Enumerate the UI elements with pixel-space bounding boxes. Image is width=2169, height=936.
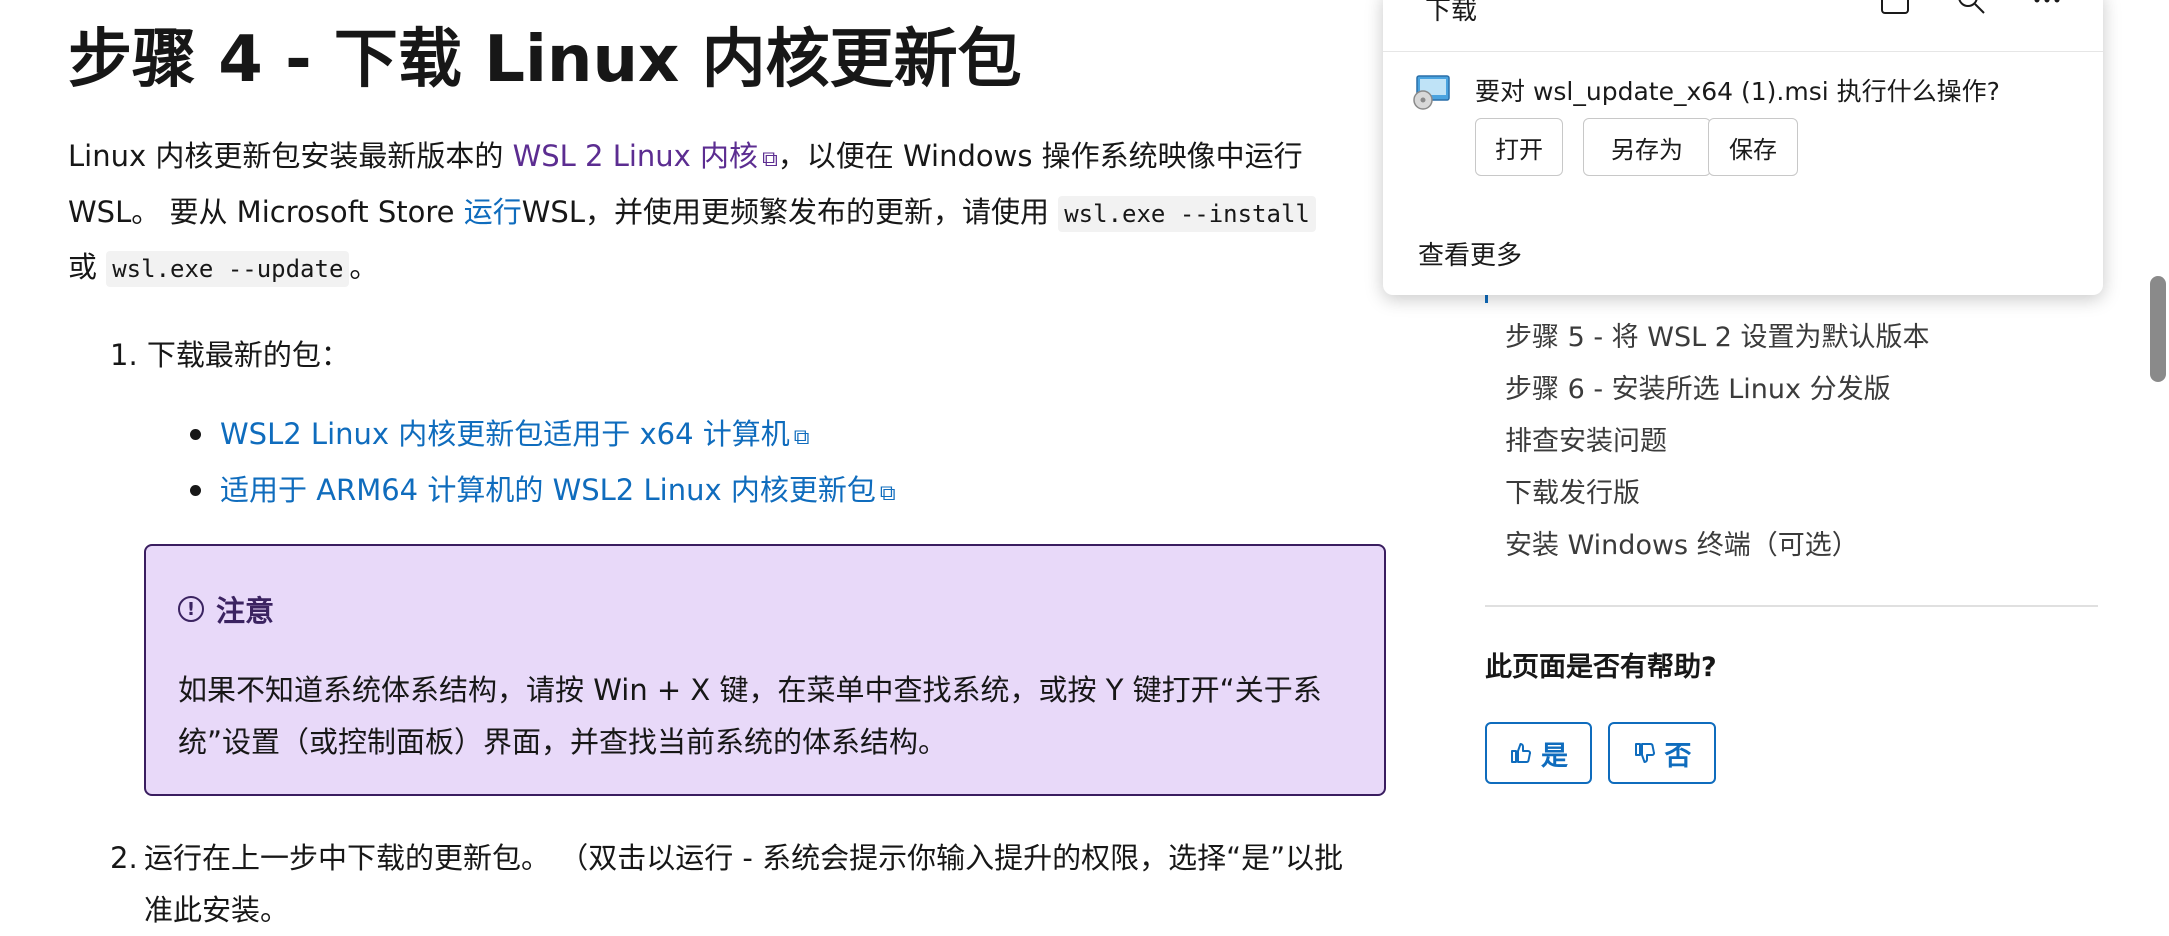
step-2-number: 2. xyxy=(110,841,138,875)
save-button[interactable]: 保存 xyxy=(1708,118,1798,176)
note-callout: ! 注意 如果不知道系统体系结构，请按 Win + X 键，在菜单中查找系统，或… xyxy=(144,544,1386,796)
open-button[interactable]: 打开 xyxy=(1475,118,1563,176)
feedback-no-button[interactable]: 否 xyxy=(1608,722,1716,784)
flyout-title: 下载 xyxy=(1425,0,1478,26)
intro-text-5: 或 xyxy=(68,250,107,284)
page-title: 步骤 4 - 下载 Linux 内核更新包 xyxy=(68,23,1022,97)
external-link-icon: ⧉ xyxy=(762,147,778,172)
see-more-link[interactable]: 查看更多 xyxy=(1418,235,1522,272)
package-list: WSL2 Linux 内核更新包适用于 x64 计算机 ⧉ 适用于 ARM64 计… xyxy=(150,408,896,520)
thumbs-up-icon xyxy=(1511,743,1531,763)
toc-item-download-distros[interactable]: 下载发行版 xyxy=(1505,471,1640,510)
list-item[interactable]: WSL2 Linux 内核更新包适用于 x64 计算机 ⧉ xyxy=(150,408,896,464)
toc-item-troubleshoot[interactable]: 排查安装问题 xyxy=(1505,419,1667,458)
wsl2-kernel-link[interactable]: WSL 2 Linux 内核 ⧉ xyxy=(513,139,778,173)
step-2-text: 运行在上一步中下载的更新包。 （双击以运行 - 系统会提示你输入提升的权限，选择… xyxy=(144,841,1344,927)
intro-paragraph: Linux 内核更新包安装最新版本的 WSL 2 Linux 内核 ⧉，以便在 W… xyxy=(68,130,1398,296)
toc-item-windows-terminal[interactable]: 安装 Windows 终端（可选） xyxy=(1505,523,1859,562)
download-prompt: 要对 wsl_update_x64 (1).msi 执行什么操作? xyxy=(1475,77,2000,106)
x64-package-link[interactable]: WSL2 Linux 内核更新包适用于 x64 计算机 xyxy=(220,417,790,451)
intro-text-2: ，以便在 Windows 操作系统映像中运行 xyxy=(777,139,1303,173)
toc-item-step5[interactable]: 步骤 5 - 将 WSL 2 设置为默认版本 xyxy=(1505,315,1929,354)
intro-text-3: WSL。 要从 Microsoft Store xyxy=(68,195,464,229)
note-title: 注意 xyxy=(216,594,275,628)
external-link-icon: ⧉ xyxy=(793,425,810,450)
intro-text-6: 。 xyxy=(349,250,379,284)
scrollbar-thumb[interactable] xyxy=(2150,276,2166,382)
step-1-label: 1. 下载最新的包： xyxy=(110,338,350,372)
update-command: wsl.exe --update xyxy=(106,251,350,287)
toc-item-step6[interactable]: 步骤 6 - 安装所选 Linux 分发版 xyxy=(1505,367,1891,406)
arm64-package-link[interactable]: 适用于 ARM64 计算机的 WSL2 Linux 内核更新包 xyxy=(220,473,876,507)
msi-file-icon xyxy=(1413,75,1450,110)
feedback-no-label: 否 xyxy=(1664,740,1692,772)
thumbs-down-icon xyxy=(1634,743,1655,763)
run-link[interactable]: 运行 xyxy=(464,195,522,229)
feedback-yes-label: 是 xyxy=(1541,740,1568,772)
step-2: 2. 运行在上一步中下载的更新包。 （双击以运行 - 系统会提示你输入提升的权限… xyxy=(110,832,1360,936)
feedback-yes-button[interactable]: 是 xyxy=(1485,722,1592,784)
note-body: 如果不知道系统体系结构，请按 Win + X 键，在菜单中查找系统，或按 Y 键… xyxy=(178,673,1322,759)
external-link-icon: ⧉ xyxy=(879,481,896,506)
folder-icon[interactable] xyxy=(1879,0,1911,16)
divider xyxy=(1485,605,2098,607)
list-item[interactable]: 适用于 ARM64 计算机的 WSL2 Linux 内核更新包 ⧉ xyxy=(150,464,896,520)
intro-text-1: Linux 内核更新包安装最新版本的 xyxy=(68,139,513,173)
more-options-icon[interactable] xyxy=(2031,0,2063,16)
info-icon: ! xyxy=(178,596,204,622)
flyout-toolbar xyxy=(1879,0,2063,16)
note-heading: ! 注意 xyxy=(178,588,274,630)
divider xyxy=(1383,51,2103,52)
feedback-question: 此页面是否有帮助? xyxy=(1485,652,1717,683)
search-icon[interactable] xyxy=(1955,0,1987,16)
install-command: wsl.exe --install xyxy=(1058,196,1316,232)
intro-text-4: WSL，并使用更频繁发布的更新，请使用 xyxy=(521,195,1059,229)
download-flyout: 下载 要对 wsl_update_x64 (1).msi 执行什么操作? 打开 … xyxy=(1383,0,2103,295)
save-as-button[interactable]: 另存为 xyxy=(1583,118,1711,176)
